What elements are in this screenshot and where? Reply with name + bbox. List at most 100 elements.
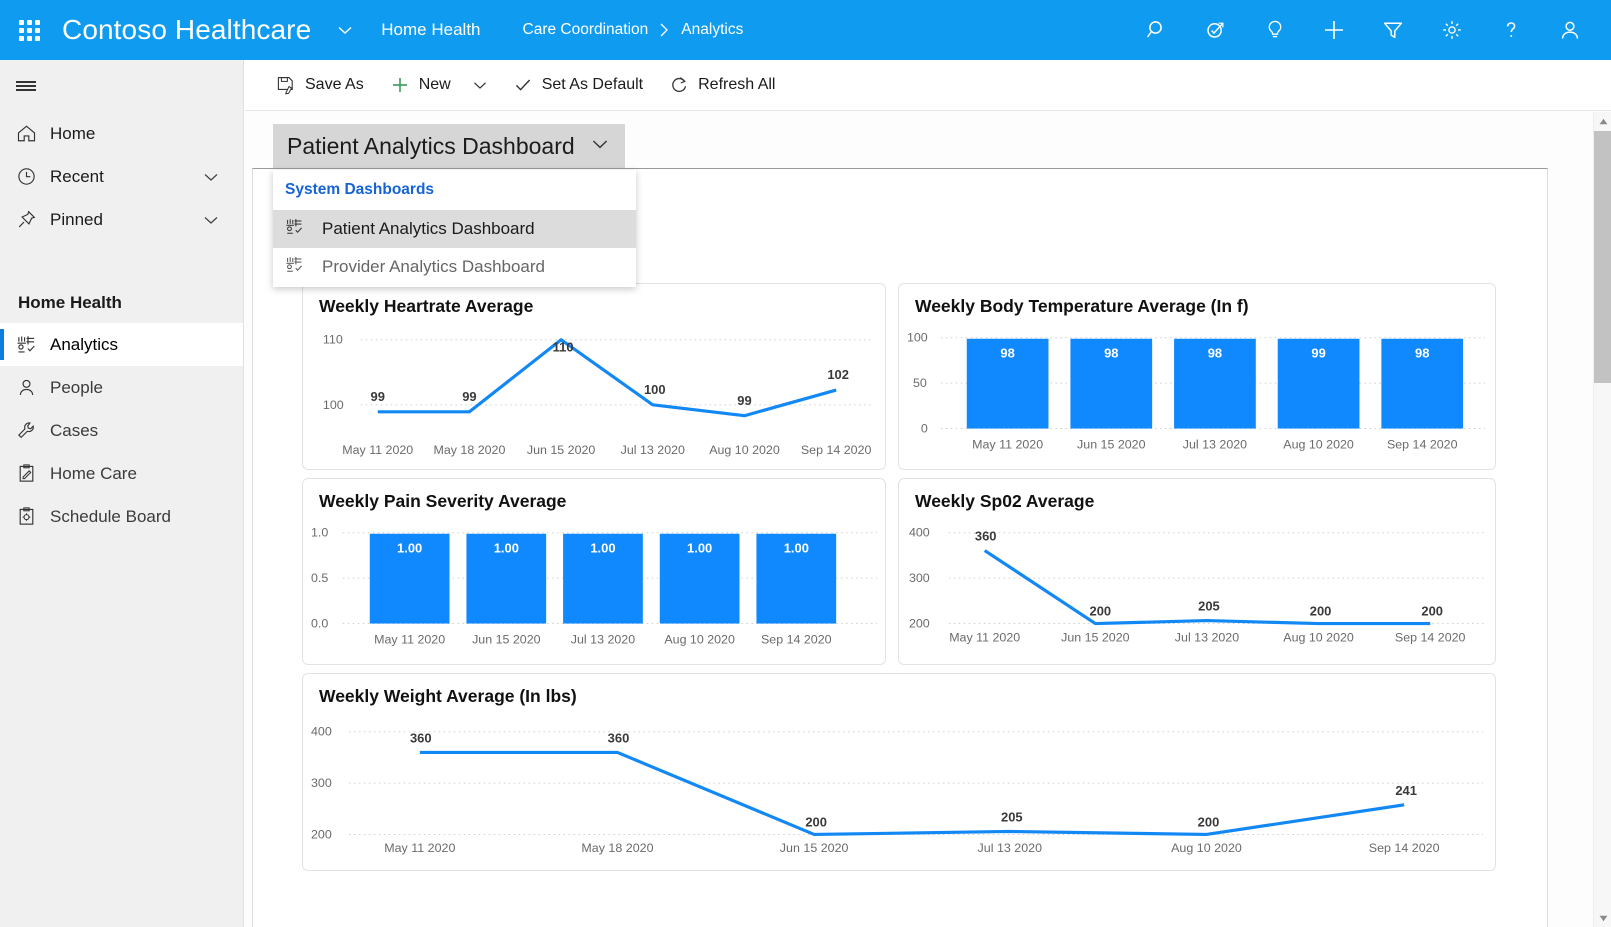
set-as-default-button[interactable]: Set As Default xyxy=(500,60,656,111)
chart-title: Weekly Sp02 Average xyxy=(915,491,1094,512)
sidebar-item-cases[interactable]: Cases xyxy=(0,409,243,452)
data-label: 99 xyxy=(371,389,385,404)
x-tick: Aug 10 2020 xyxy=(664,632,735,646)
bar-label: 1.00 xyxy=(397,541,422,556)
app-chevron-down-icon[interactable] xyxy=(335,20,355,40)
triangle-up-icon xyxy=(1599,118,1608,125)
vertical-scrollbar[interactable] xyxy=(1593,112,1611,927)
header-icon-group xyxy=(1127,0,1611,60)
y-tick: 200 xyxy=(311,827,332,841)
dashboard-selector-button[interactable]: Patient Analytics Dashboard xyxy=(273,124,625,168)
app-launcher-button[interactable] xyxy=(0,20,58,41)
pin-icon xyxy=(16,209,50,230)
chart-card-pain-severity: Weekly Pain Severity Average 1.0 0.5 0.0 xyxy=(302,478,886,665)
breadcrumb: Home Health Care Coordination Analytics xyxy=(381,20,743,40)
x-tick: Jun 15 2020 xyxy=(472,632,541,646)
chart-plot-pain-severity[interactable]: 1.0 0.5 0.0 1.00 1.00 1.00 1.00 xyxy=(303,515,885,664)
x-tick: May 11 2020 xyxy=(384,841,455,855)
sidebar-item-pinned[interactable]: Pinned xyxy=(0,198,243,241)
data-label: 100 xyxy=(644,382,666,397)
dropdown-item-label: Patient Analytics Dashboard xyxy=(322,219,535,239)
new-dropdown-button[interactable] xyxy=(464,60,500,111)
new-button[interactable]: New xyxy=(377,60,464,111)
gear-icon[interactable] xyxy=(1422,0,1481,60)
sidebar-item-recent[interactable]: Recent xyxy=(0,155,243,198)
chart-plot-weight[interactable]: 400 300 200 360 360 200 205 200 241 May … xyxy=(303,710,1495,870)
dropdown-item-provider-analytics-dashboard[interactable]: Provider Analytics Dashboard xyxy=(273,248,636,286)
refresh-icon xyxy=(669,75,689,95)
y-tick: 0.5 xyxy=(311,571,328,585)
bar-label: 1.00 xyxy=(590,541,615,556)
sidebar-item-label: People xyxy=(50,378,103,398)
check-icon xyxy=(513,75,533,95)
data-label: 200 xyxy=(805,815,827,830)
x-tick: Jun 15 2020 xyxy=(1061,630,1130,644)
x-tick: May 18 2020 xyxy=(433,443,505,457)
chart-plot-sp02[interactable]: 400 300 200 360 200 205 200 200 May 11 2… xyxy=(899,515,1495,664)
data-label: 110 xyxy=(553,340,574,355)
chart-title: Weekly Heartrate Average xyxy=(319,296,533,317)
person-icon xyxy=(16,377,50,398)
heartrate-line-chart: 110 100 99 99 110 100 99 102 May 11 2020… xyxy=(303,320,885,469)
chevron-down-icon[interactable] xyxy=(201,210,221,230)
y-tick: 0 xyxy=(921,422,928,436)
bar-label: 98 xyxy=(1104,346,1118,361)
breadcrumb-app-area[interactable]: Home Health xyxy=(381,20,480,40)
dashboard-content: Search Patients n Denman Weekly Heartrat… xyxy=(245,112,1611,927)
bar-label: 98 xyxy=(1415,346,1429,361)
sidebar-item-home[interactable]: Home xyxy=(0,112,243,155)
sidebar-spacer xyxy=(0,241,243,287)
command-bar: Save As New Set As Default Refresh All xyxy=(245,60,1611,111)
dropdown-item-patient-analytics-dashboard[interactable]: Patient Analytics Dashboard xyxy=(273,210,636,248)
dashboard-icon xyxy=(285,255,304,279)
chart-plot-heartrate[interactable]: 110 100 99 99 110 100 99 102 May 11 2020… xyxy=(303,320,885,469)
dropdown-item-label: Provider Analytics Dashboard xyxy=(322,257,545,277)
data-label: 200 xyxy=(1090,604,1112,619)
y-tick: 300 xyxy=(311,776,332,790)
scroll-down-button[interactable] xyxy=(1594,909,1611,927)
main-pane: Save As New Set As Default Refresh All xyxy=(245,60,1611,927)
x-tick: Aug 10 2020 xyxy=(1283,437,1354,451)
y-tick: 50 xyxy=(913,376,927,390)
search-icon[interactable] xyxy=(1127,0,1186,60)
x-tick: Aug 10 2020 xyxy=(1283,630,1354,644)
x-tick: Jul 13 2020 xyxy=(621,443,685,457)
scrollbar-thumb[interactable] xyxy=(1594,131,1611,383)
refresh-all-button[interactable]: Refresh All xyxy=(656,60,788,111)
plus-icon[interactable] xyxy=(1304,0,1363,60)
lightbulb-icon[interactable] xyxy=(1245,0,1304,60)
refresh-all-label: Refresh All xyxy=(698,76,775,94)
chart-plot-body-temperature[interactable]: 100 50 0 98 98 98 99 98 xyxy=(899,320,1495,469)
x-tick: Aug 10 2020 xyxy=(1171,841,1242,855)
sidebar-item-schedule-board[interactable]: Schedule Board xyxy=(0,495,243,538)
weight-line-chart: 400 300 200 360 360 200 205 200 241 May … xyxy=(303,710,1495,870)
sidebar-item-label: Schedule Board xyxy=(50,507,171,527)
bar-label: 1.00 xyxy=(494,541,519,556)
sidebar-item-analytics[interactable]: Analytics xyxy=(0,323,243,366)
dropdown-group-label: System Dashboards xyxy=(273,170,636,210)
save-as-button[interactable]: Save As xyxy=(263,60,377,111)
y-tick: 200 xyxy=(909,617,930,631)
diagnostics-icon[interactable] xyxy=(1186,0,1245,60)
dashboard-icon xyxy=(285,217,304,241)
sidebar-item-label: Home Care xyxy=(50,464,137,484)
dashboard-icon xyxy=(16,334,50,355)
sidebar-item-people[interactable]: People xyxy=(0,366,243,409)
breadcrumb-page[interactable]: Analytics xyxy=(681,21,743,39)
y-tick: 400 xyxy=(909,526,930,540)
data-label: 200 xyxy=(1198,815,1220,830)
user-icon[interactable] xyxy=(1540,0,1599,60)
y-tick: 100 xyxy=(907,331,928,345)
scroll-up-button[interactable] xyxy=(1594,112,1611,130)
app-launcher-icon xyxy=(19,20,40,41)
help-icon[interactable] xyxy=(1481,0,1540,60)
x-tick: Jul 13 2020 xyxy=(978,841,1043,855)
filter-icon[interactable] xyxy=(1363,0,1422,60)
hamburger-icon[interactable] xyxy=(0,60,243,112)
sidebar: Home Recent Pinned Home Health Analytics… xyxy=(0,60,244,927)
series-line xyxy=(420,752,1404,834)
sidebar-item-home-care[interactable]: Home Care xyxy=(0,452,243,495)
breadcrumb-section[interactable]: Care Coordination xyxy=(523,21,649,39)
body-temperature-bar-chart: 100 50 0 98 98 98 99 98 xyxy=(899,320,1495,469)
chevron-down-icon[interactable] xyxy=(201,167,221,187)
